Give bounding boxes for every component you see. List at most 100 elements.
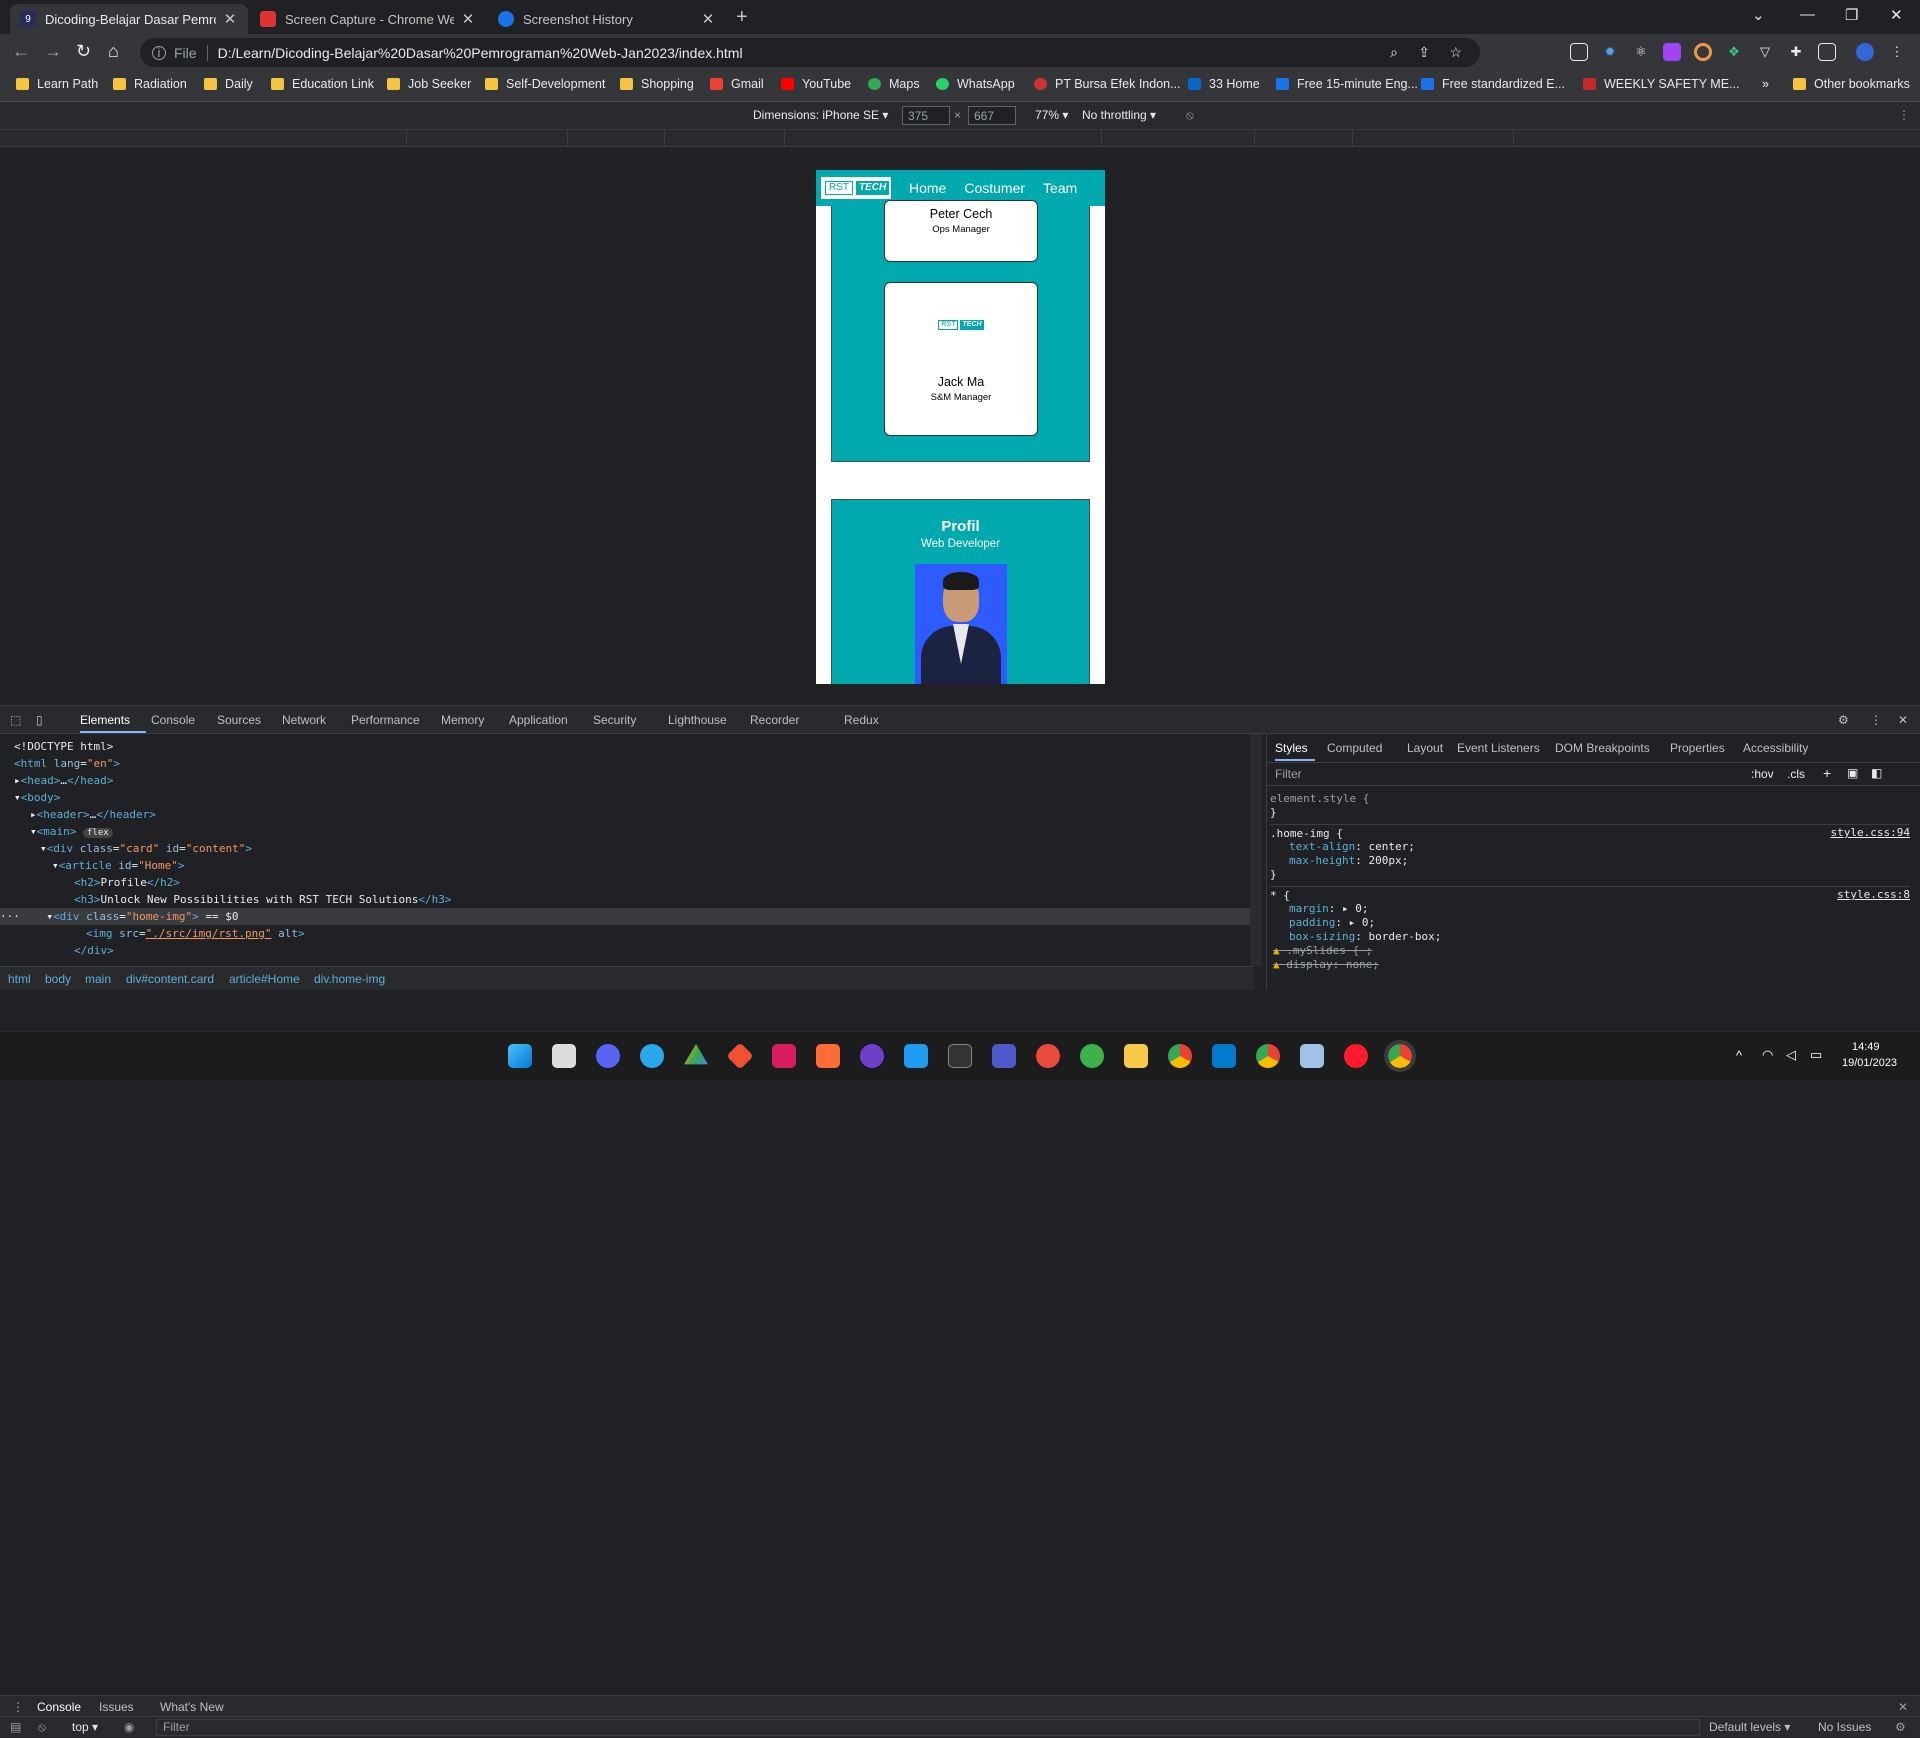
drawer-tab-whats-new[interactable]: What's New (160, 1700, 224, 1714)
console-filter-input[interactable]: Filter (156, 1719, 1700, 1736)
zoom-select[interactable]: 77% ▾ (1035, 108, 1068, 122)
css-property[interactable]: max-height: 200px; (1289, 854, 1408, 867)
bookmark-ef-english[interactable]: Free 15-minute Eng... (1276, 77, 1418, 91)
github-desktop-icon[interactable] (860, 1044, 884, 1068)
chrome-icon[interactable] (1384, 1040, 1416, 1072)
dom-node[interactable]: ▾<body> (14, 789, 60, 806)
side-panel-icon[interactable] (1818, 43, 1836, 61)
hov-toggle[interactable]: :hov (1751, 767, 1774, 781)
bookmark-shopping[interactable]: Shopping (620, 77, 694, 91)
nav-costumer[interactable]: Costumer (964, 180, 1025, 196)
tab-layout[interactable]: Layout (1407, 741, 1443, 755)
app-icon[interactable] (1300, 1044, 1324, 1068)
breadcrumb-item[interactable]: div#content.card (126, 972, 214, 986)
git-icon[interactable] (726, 1042, 754, 1070)
postman-icon[interactable] (816, 1044, 840, 1068)
vscode-icon[interactable] (1212, 1044, 1236, 1068)
close-icon[interactable]: ✕ (222, 10, 238, 28)
zoom-search-icon[interactable]: ⌕ (1390, 44, 1398, 61)
issues-counter[interactable]: No Issues (1818, 1720, 1871, 1734)
dom-node[interactable]: ▾<main> flex (30, 823, 113, 840)
tab-performance[interactable]: Performance (351, 713, 420, 727)
bookmark-ef-standardized[interactable]: Free standardized E... (1421, 77, 1565, 91)
battery-icon[interactable]: ▭ (1810, 1047, 1822, 1063)
bookmark-job-seeker[interactable]: Job Seeker (387, 77, 471, 91)
cast-icon[interactable] (1570, 43, 1588, 61)
tab-network[interactable]: Network (282, 713, 326, 727)
volume-icon[interactable]: ◁ (1786, 1047, 1796, 1063)
dom-node[interactable]: <!DOCTYPE html> (14, 738, 113, 755)
dom-node[interactable]: <h2>Profile</h2> (74, 874, 180, 891)
opera-icon[interactable] (1344, 1044, 1368, 1068)
tab-console[interactable]: Console (151, 713, 195, 727)
tab-security[interactable]: Security (593, 713, 636, 727)
extension-gear-icon[interactable]: ✹ (1601, 43, 1619, 61)
eye-icon[interactable]: ◉ (124, 1720, 134, 1734)
extension-leaf-icon[interactable]: ❖ (1725, 43, 1743, 61)
bookmark-33-home[interactable]: 33 Home (1188, 77, 1260, 91)
dom-node[interactable]: ▾<div class="card" id="content"> (40, 840, 252, 857)
app-icon[interactable] (1080, 1044, 1104, 1068)
puzzle-icon[interactable]: ✚ (1787, 43, 1805, 61)
dom-node-selected[interactable]: ··· ▾<div class="home-img"> == $0 (0, 908, 1254, 925)
react-devtools-icon[interactable]: ⚛ (1632, 43, 1650, 61)
tab-properties[interactable]: Properties (1670, 741, 1725, 755)
add-rule-icon[interactable]: + (1823, 765, 1831, 781)
dom-node[interactable]: ▸<head>…</head> (14, 772, 113, 789)
style-source-link[interactable]: style.css:8 (1837, 888, 1910, 901)
ruler-segment[interactable] (665, 130, 785, 147)
bookmark-whatsapp[interactable]: WhatsApp (936, 77, 1015, 91)
tab-accessibility[interactable]: Accessibility (1743, 741, 1808, 755)
address-bar[interactable]: i File D:/Learn/Dicoding-Belajar%20Dasar… (140, 38, 1480, 67)
bookmark-bursa-efek[interactable]: PT Bursa Efek Indon... (1034, 77, 1181, 91)
sidebar-toggle-icon[interactable]: ◧ (1871, 766, 1882, 780)
teams-icon[interactable] (992, 1044, 1016, 1068)
breadcrumb-item[interactable]: article#Home (229, 972, 300, 986)
dom-node[interactable]: <html lang="en"> (14, 755, 120, 772)
nav-team[interactable]: Team (1043, 180, 1077, 196)
bookmark-learn-path[interactable]: Learn Path (16, 77, 98, 91)
telegram-icon[interactable] (640, 1044, 664, 1068)
restore-button[interactable]: ❐ (1845, 6, 1858, 24)
close-icon[interactable]: ✕ (700, 10, 716, 28)
device-toggle-icon[interactable]: ▯ (36, 713, 43, 727)
dom-scrollbar[interactable] (1250, 734, 1262, 966)
info-icon[interactable]: i (152, 45, 166, 60)
breadcrumb-item[interactable]: body (45, 972, 71, 986)
tab-screenshot-history[interactable]: Screenshot History ✕ (488, 4, 726, 34)
bookmark-other[interactable]: Other bookmarks (1793, 77, 1910, 91)
dom-node[interactable]: <img src="./src/img/rst.png" alt> (86, 925, 305, 942)
tab-sources[interactable]: Sources (217, 713, 261, 727)
bookmark-youtube[interactable]: YouTube (781, 77, 851, 91)
width-input[interactable]: 375 (902, 106, 950, 125)
color-picker-icon[interactable] (1694, 43, 1712, 61)
chrome-dev-icon[interactable] (1168, 1044, 1192, 1068)
bookmark-self-development[interactable]: Self-Development (485, 77, 605, 91)
tab-styles[interactable]: Styles (1275, 741, 1308, 755)
google-drive-icon[interactable] (684, 1044, 708, 1065)
clear-console-icon[interactable]: ⦸ (38, 1720, 46, 1735)
tab-screen-capture[interactable]: Screen Capture - Chrome Web St ✕ (250, 4, 486, 34)
bookmark-daily[interactable]: Daily (204, 77, 253, 91)
forward-icon[interactable]: → (44, 41, 62, 62)
tab-computed[interactable]: Computed (1327, 741, 1382, 755)
reload-icon[interactable]: ↻ (76, 41, 91, 62)
css-property[interactable]: text-align: center; (1289, 840, 1415, 853)
start-icon[interactable] (508, 1044, 532, 1068)
tab-elements[interactable]: Elements (80, 713, 130, 727)
css-property[interactable]: padding: ▸ 0; (1289, 916, 1375, 929)
close-icon[interactable]: ✕ (460, 10, 476, 28)
css-property[interactable]: box-sizing: border-box; (1289, 930, 1441, 943)
file-explorer-icon[interactable] (1124, 1044, 1148, 1068)
tab-memory[interactable]: Memory (441, 713, 484, 727)
vue-devtools-icon[interactable]: ▽ (1756, 43, 1774, 61)
clock-time[interactable]: 14:49 (1852, 1041, 1880, 1053)
home-icon[interactable]: ⌂ (108, 41, 119, 62)
tab-search-icon[interactable]: ⌄ (1752, 6, 1765, 24)
cls-toggle[interactable]: .cls (1787, 767, 1805, 781)
tray-chevron-icon[interactable]: ^ (1736, 1048, 1742, 1063)
site-logo[interactable]: RST TECH (821, 177, 891, 199)
tab-event-listeners[interactable]: Event Listeners (1457, 741, 1540, 755)
bookmark-radiation[interactable]: Radiation (113, 77, 187, 91)
bookmark-star-icon[interactable]: ☆ (1449, 44, 1462, 61)
